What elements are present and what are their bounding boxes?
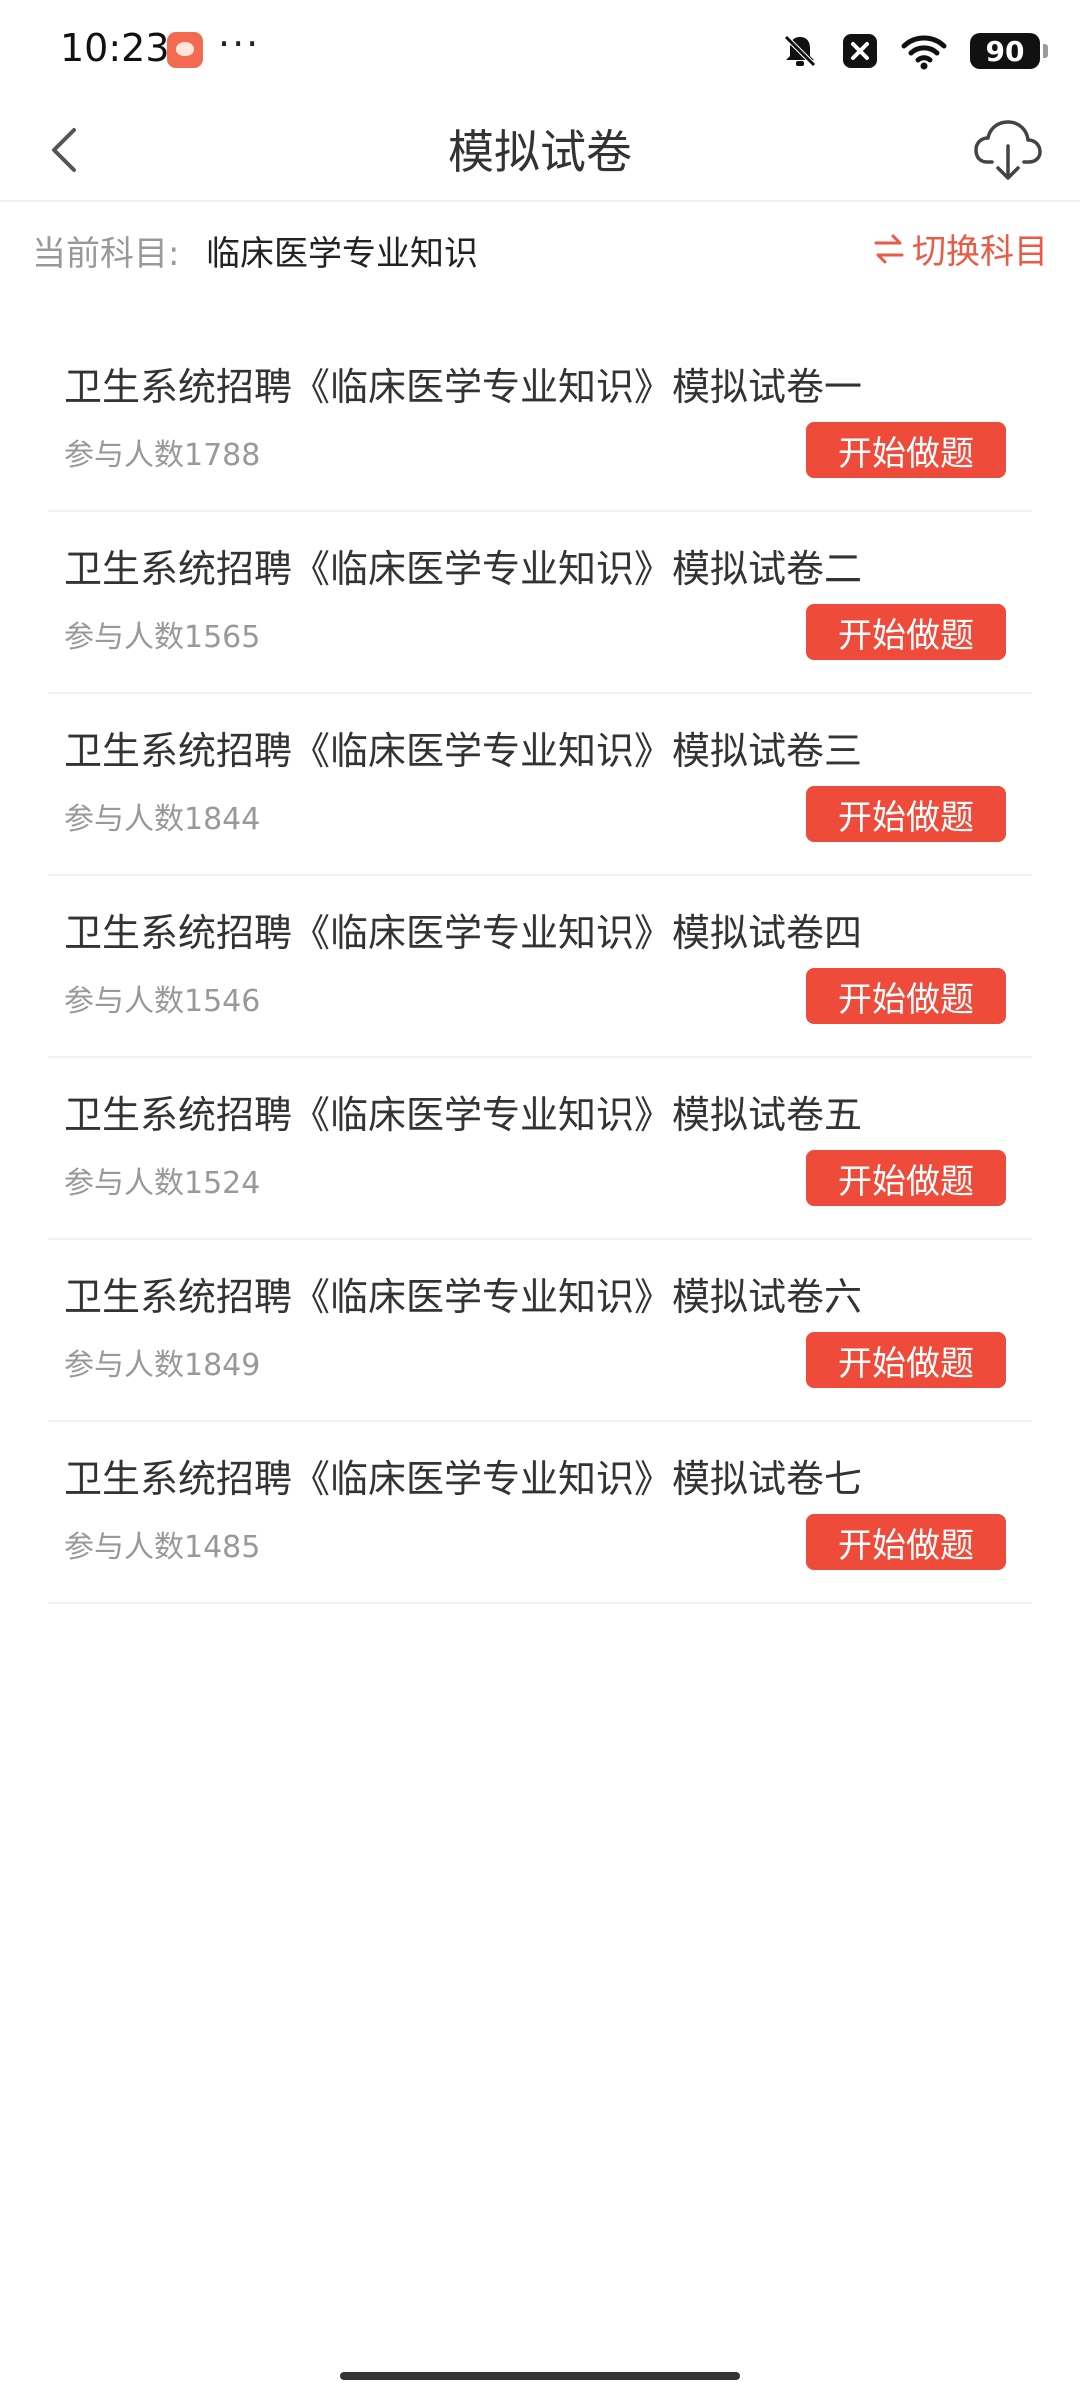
exam-list-item[interactable]: 卫生系统招聘《临床医学专业知识》模拟试卷二 参与人数1565 开始做题 <box>48 512 1032 694</box>
exam-list-item[interactable]: 卫生系统招聘《临床医学专业知识》模拟试卷一 参与人数1788 开始做题 <box>48 330 1032 512</box>
status-time: 10:23 <box>60 26 170 70</box>
exam-list: 卫生系统招聘《临床医学专业知识》模拟试卷一 参与人数1788 开始做题 卫生系统… <box>48 330 1032 1604</box>
exam-list-item[interactable]: 卫生系统招聘《临床医学专业知识》模拟试卷六 参与人数1849 开始做题 <box>48 1240 1032 1422</box>
exam-list-item[interactable]: 卫生系统招聘《临床医学专业知识》模拟试卷四 参与人数1546 开始做题 <box>48 876 1032 1058</box>
exam-title: 卫生系统招聘《临床医学专业知识》模拟试卷三 <box>64 729 863 773</box>
participant-count: 参与人数1849 <box>64 1348 261 1383</box>
exam-title: 卫生系统招聘《临床医学专业知识》模拟试卷二 <box>64 547 863 591</box>
start-exam-button[interactable]: 开始做题 <box>806 422 1006 478</box>
start-exam-button[interactable]: 开始做题 <box>806 786 1006 842</box>
swap-icon <box>874 234 904 263</box>
exam-list-item[interactable]: 卫生系统招聘《临床医学专业知识》模拟试卷五 参与人数1524 开始做题 <box>48 1058 1032 1240</box>
home-indicator[interactable] <box>340 2372 740 2380</box>
exam-title: 卫生系统招聘《临床医学专业知识》模拟试卷五 <box>64 1093 863 1137</box>
wifi-icon <box>901 35 947 70</box>
more-notifications-icon: ··· <box>218 22 261 66</box>
exam-title: 卫生系统招聘《临床医学专业知识》模拟试卷一 <box>64 365 863 409</box>
close-box-icon <box>843 34 877 68</box>
battery-icon: 90 <box>970 33 1048 69</box>
start-exam-button[interactable]: 开始做题 <box>806 968 1006 1024</box>
start-exam-button[interactable]: 开始做题 <box>806 604 1006 660</box>
participant-count: 参与人数1565 <box>64 620 261 655</box>
exam-title: 卫生系统招聘《临床医学专业知识》模拟试卷四 <box>64 911 863 955</box>
participant-count: 参与人数1788 <box>64 438 261 473</box>
app-header: 模拟试卷 <box>0 100 1080 202</box>
participant-count: 参与人数1485 <box>64 1530 261 1565</box>
exam-list-item[interactable]: 卫生系统招聘《临床医学专业知识》模拟试卷七 参与人数1485 开始做题 <box>48 1422 1032 1604</box>
mute-icon <box>784 35 816 67</box>
subject-value: 临床医学专业知识 <box>206 234 478 274</box>
status-bar: 10:23 ··· 90 <box>0 0 1080 100</box>
status-icons: 90 <box>780 30 1048 72</box>
switch-subject-button[interactable]: 切换科目 <box>872 224 1048 273</box>
subject-label: 当前科目: <box>32 234 180 274</box>
start-exam-button[interactable]: 开始做题 <box>806 1332 1006 1388</box>
participant-count: 参与人数1524 <box>64 1166 261 1201</box>
participant-count: 参与人数1844 <box>64 802 261 837</box>
switch-subject-label: 切换科目 <box>912 232 1048 272</box>
subject-bar: 当前科目: 临床医学专业知识 切换科目 <box>0 202 1080 298</box>
start-exam-button[interactable]: 开始做题 <box>806 1514 1006 1570</box>
start-exam-button[interactable]: 开始做题 <box>806 1150 1006 1206</box>
page-title: 模拟试卷 <box>448 125 632 179</box>
download-button[interactable] <box>970 112 1046 188</box>
exam-title: 卫生系统招聘《临床医学专业知识》模拟试卷六 <box>64 1275 863 1319</box>
exam-list-item[interactable]: 卫生系统招聘《临床医学专业知识》模拟试卷三 参与人数1844 开始做题 <box>48 694 1032 876</box>
exam-title: 卫生系统招聘《临床医学专业知识》模拟试卷七 <box>64 1457 863 1501</box>
participant-count: 参与人数1546 <box>64 984 261 1019</box>
app-notification-icon <box>167 32 203 68</box>
cloud-download-icon <box>974 120 1042 180</box>
